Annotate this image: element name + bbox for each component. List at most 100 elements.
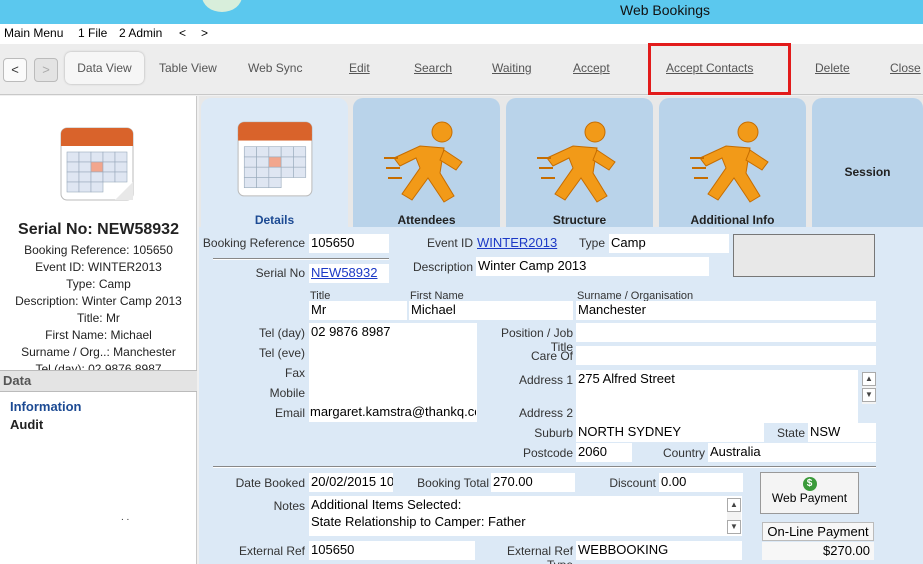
postcode-field[interactable]: 2060 <box>576 443 632 462</box>
title-field[interactable]: Mr <box>309 301 407 320</box>
separator <box>213 258 389 260</box>
calendar-icon <box>57 124 137 207</box>
tab-details[interactable]: Details <box>201 98 348 227</box>
type-field[interactable]: Camp <box>609 234 729 253</box>
table-view-button[interactable]: Table View <box>159 61 217 75</box>
accept-button[interactable]: Accept <box>573 61 610 75</box>
position-field[interactable] <box>576 323 876 342</box>
event-id-link[interactable]: WINTER2013 <box>477 235 557 250</box>
external-ref-type-field[interactable]: WEBBOOKING <box>576 541 742 560</box>
waiting-button[interactable]: Waiting <box>492 61 532 75</box>
booking-total-field[interactable]: 270.00 <box>491 473 575 492</box>
delete-button[interactable]: Delete <box>815 61 850 75</box>
info-box <box>733 234 875 277</box>
care-of-field[interactable] <box>576 346 876 365</box>
title-bar: Web Bookings <box>0 0 923 24</box>
app-icon <box>202 0 242 12</box>
search-button[interactable]: Search <box>414 61 452 75</box>
email-label: Email <box>274 406 305 420</box>
web-payment-label: Web Payment <box>771 491 848 505</box>
window-title: Web Bookings <box>620 2 711 18</box>
edit-button[interactable]: Edit <box>349 61 370 75</box>
booking-reference-field[interactable]: 105650 <box>309 234 389 253</box>
summary-line: Title: Mr <box>77 311 120 325</box>
separator <box>213 466 876 468</box>
tab-structure-label: Structure <box>552 213 607 227</box>
state-field[interactable]: NSW <box>808 423 876 442</box>
chevron-up-icon[interactable]: ▲ <box>727 498 741 512</box>
chevron-up-icon[interactable]: ▲ <box>862 372 876 386</box>
tab-additional-info[interactable]: Additional Info <box>659 98 806 227</box>
date-booked-field[interactable]: 20/02/2015 10 <box>309 473 393 492</box>
summary-line: Type: Camp <box>66 277 131 291</box>
audit-link[interactable]: Audit <box>10 417 43 432</box>
postcode-label: Postcode <box>522 446 573 460</box>
menu-main[interactable]: Main Menu <box>4 26 63 40</box>
mobile-label: Mobile <box>269 386 305 400</box>
first-name-field[interactable]: Michael <box>409 301 573 320</box>
summary-line: Booking Reference: 105650 <box>24 243 173 257</box>
external-ref-label: External Ref <box>238 544 305 558</box>
online-payment-label: On-Line Payment <box>762 522 874 541</box>
details-form: Booking Reference 105650 Event ID WINTER… <box>199 227 923 564</box>
discount-field[interactable]: 0.00 <box>659 473 743 492</box>
summary-line: Event ID: WINTER2013 <box>35 260 162 274</box>
tel-eve-label: Tel (eve) <box>258 346 305 360</box>
address1-label: Address 1 <box>518 373 573 387</box>
notes-line: State Relationship to Camper: Father <box>311 514 526 529</box>
running-person-icon <box>535 118 625 211</box>
description-field[interactable]: Winter Camp 2013 <box>476 257 709 276</box>
notes-scrollbar[interactable]: ▲ ▼ <box>727 498 741 534</box>
notes-field[interactable]: Additional Items Selected: State Relatio… <box>309 496 742 536</box>
country-label: Country <box>662 446 705 460</box>
type-label: Type <box>578 236 605 250</box>
running-person-icon <box>382 118 472 211</box>
web-payment-button[interactable]: $ Web Payment <box>760 472 859 514</box>
summary-lines: Booking Reference: 105650 Event ID: WINT… <box>0 242 197 370</box>
menu-forward[interactable]: > <box>201 26 208 40</box>
address2-label: Address 2 <box>518 406 573 420</box>
menu-bar: Main Menu 1 File 2 Admin < > <box>0 24 923 44</box>
summary-line: Description: Winter Camp 2013 <box>15 294 182 308</box>
dollar-icon: $ <box>802 477 817 491</box>
fax-label: Fax <box>284 366 305 380</box>
information-link[interactable]: Information <box>10 399 82 414</box>
notes-label: Notes <box>273 499 305 513</box>
web-sync-button[interactable]: Web Sync <box>248 61 302 75</box>
tel-day-label: Tel (day) <box>258 326 305 340</box>
online-payment-amount: $270.00 <box>762 542 874 560</box>
accept-contacts-highlight <box>648 43 791 95</box>
chevron-down-icon[interactable]: ▼ <box>862 388 876 402</box>
suburb-field[interactable]: NORTH SYDNEY <box>576 423 764 442</box>
email-field[interactable]: margaret.kamstra@thankq.co <box>310 404 476 419</box>
notes-line: Additional Items Selected: <box>311 497 462 512</box>
menu-admin[interactable]: 2 Admin <box>119 26 162 40</box>
tab-session-label: Session <box>844 165 891 179</box>
country-field[interactable]: Australia <box>708 443 876 462</box>
dots-marker: . . <box>121 512 130 523</box>
tab-strip: Details Attendees Structure Additional I… <box>199 96 923 227</box>
tab-structure[interactable]: Structure <box>506 98 653 227</box>
data-section-heading: Data <box>0 370 197 392</box>
back-button[interactable]: < <box>3 58 27 82</box>
external-ref-field[interactable]: 105650 <box>309 541 475 560</box>
tab-session[interactable]: Session <box>812 98 923 227</box>
address-scrollbar[interactable]: ▲ ▼ <box>862 372 876 404</box>
tab-attendees[interactable]: Attendees <box>353 98 500 227</box>
menu-back[interactable]: < <box>179 26 186 40</box>
tab-attendees-label: Attendees <box>397 213 456 227</box>
close-button[interactable]: Close <box>890 61 921 75</box>
surname-field[interactable]: Manchester <box>576 301 876 320</box>
serial-no-link[interactable]: NEW58932 <box>309 264 389 283</box>
data-view-button[interactable]: Data View <box>65 52 144 84</box>
chevron-down-icon[interactable]: ▼ <box>727 520 741 534</box>
discount-label: Discount <box>609 476 656 490</box>
menu-file[interactable]: 1 File <box>78 26 107 40</box>
address1-field[interactable]: 275 Alfred Street <box>576 370 858 423</box>
summary-line: First Name: Michael <box>45 328 152 342</box>
description-label: Description <box>412 260 473 274</box>
tel-day-field[interactable]: 02 9876 8987 <box>311 324 391 339</box>
tab-details-label: Details <box>254 213 295 227</box>
forward-button[interactable]: > <box>34 58 58 82</box>
calendar-icon <box>234 118 316 203</box>
